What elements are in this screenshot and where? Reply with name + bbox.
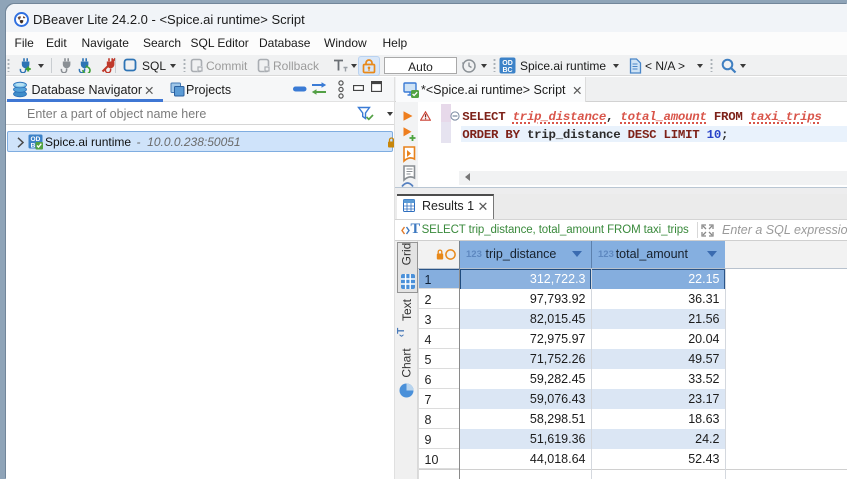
svg-text:OD: OD [502, 60, 513, 67]
svg-text:BC: BC [502, 67, 512, 74]
svg-text:B: B [30, 142, 35, 149]
